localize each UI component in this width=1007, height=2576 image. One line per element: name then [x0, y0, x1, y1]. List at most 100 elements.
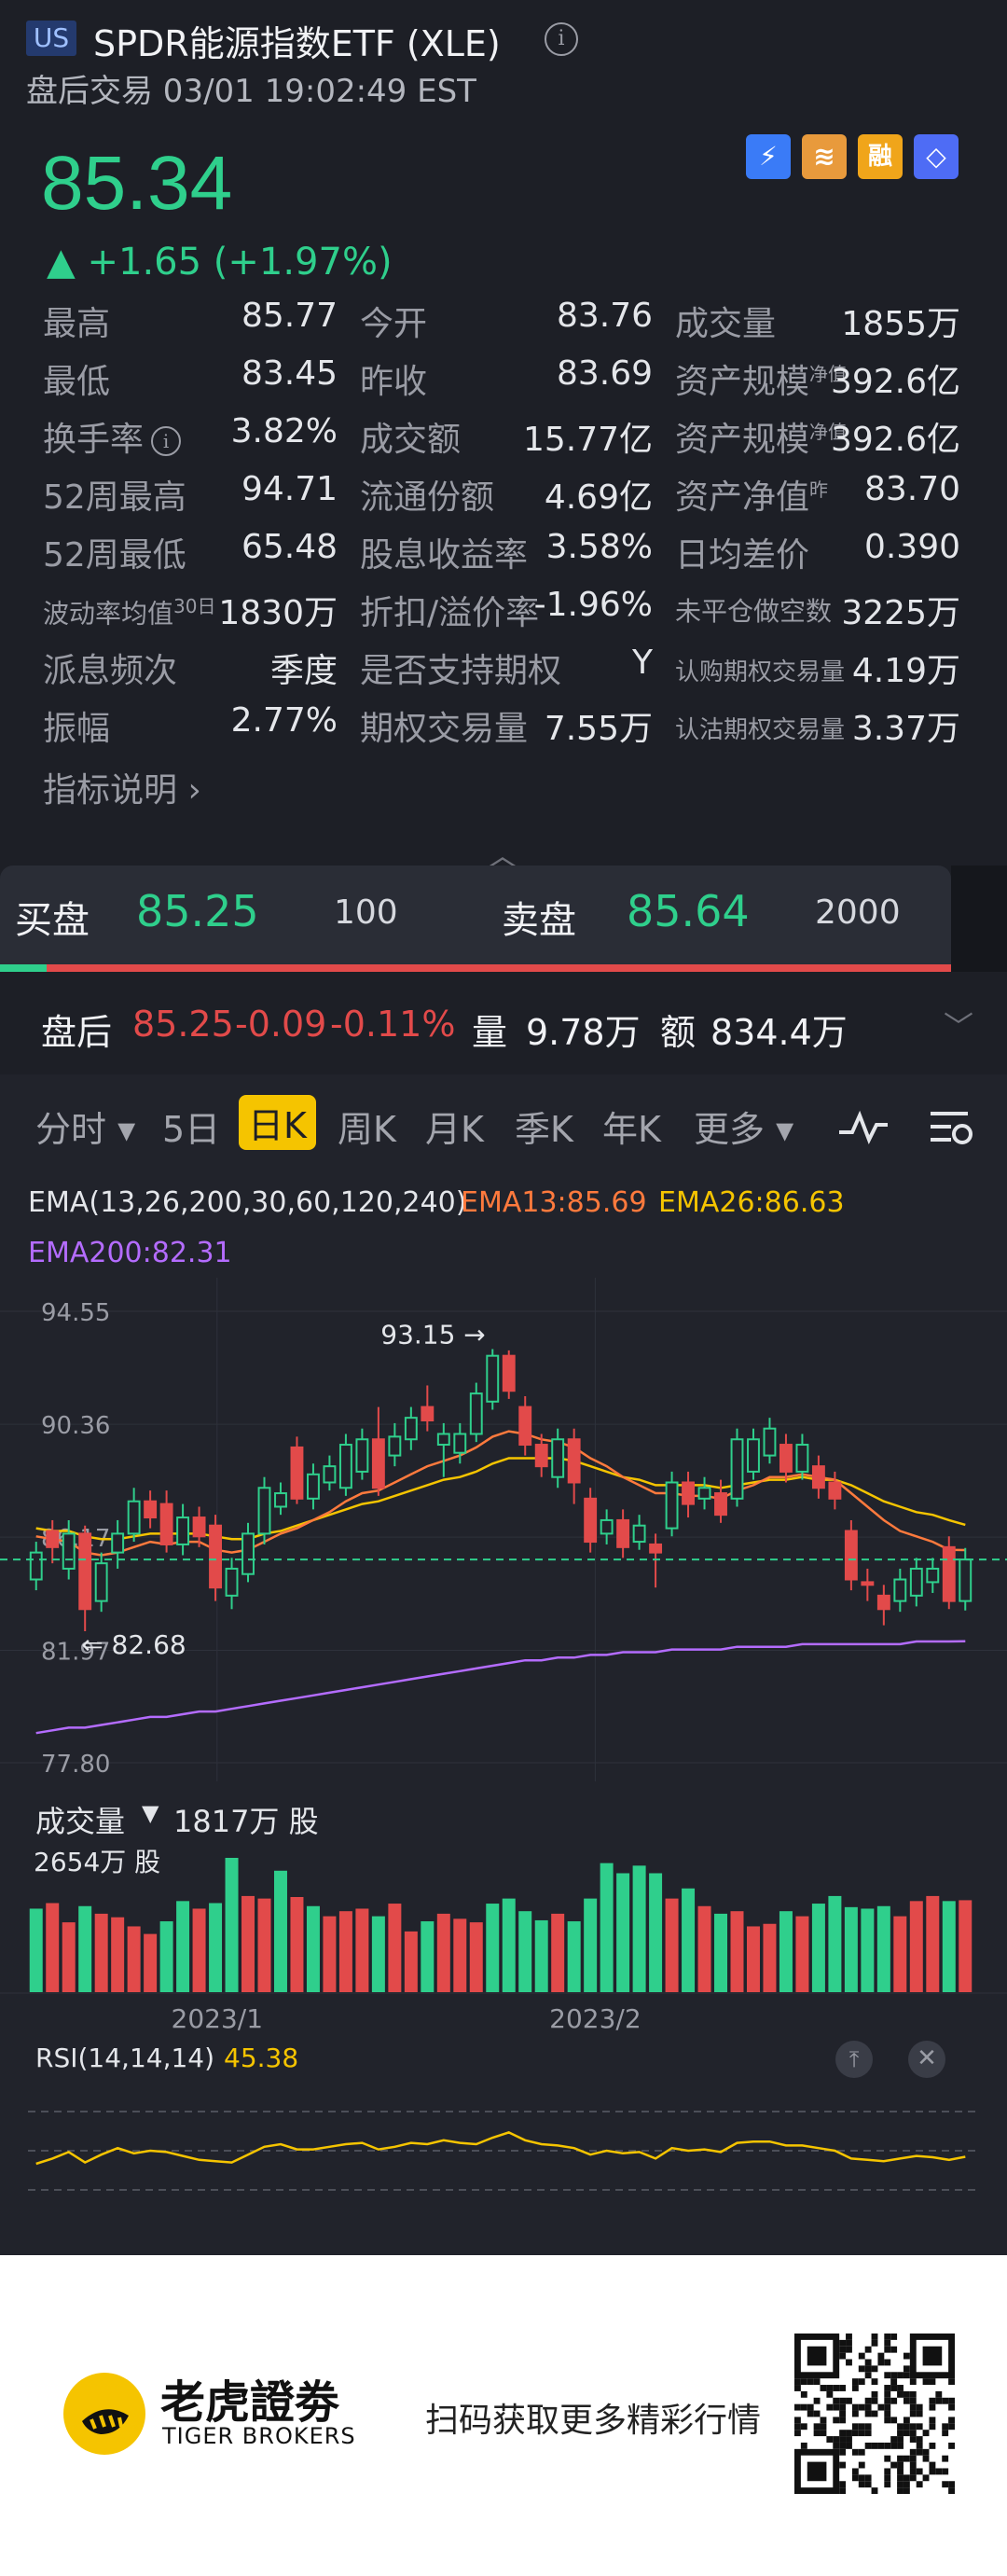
tab-weekly[interactable]: 周K	[338, 1101, 396, 1152]
tab-quarterly[interactable]: 季K	[515, 1101, 573, 1152]
rsi-chart[interactable]	[0, 2076, 1007, 2225]
volume-bar	[421, 1921, 435, 1992]
candle	[225, 1558, 239, 1610]
stat-value: 85.77	[241, 297, 338, 335]
volume-bar	[779, 1911, 793, 1992]
volume-bar	[518, 1911, 532, 1992]
stat-label: 昨收	[360, 363, 428, 401]
volume-bar	[290, 1896, 304, 1992]
ask-price: 85.64	[627, 886, 750, 936]
stat-label[interactable]: 换手率 i	[43, 412, 182, 461]
tab-monthly[interactable]: 月K	[425, 1101, 484, 1152]
volume-bar	[78, 1905, 92, 1992]
volume-bar	[176, 1901, 190, 1992]
stat-label: 认购期权交易量	[675, 658, 846, 686]
tab-intraday[interactable]: 分时 ▾	[35, 1101, 135, 1152]
volume-bar	[632, 1865, 646, 1992]
chevron-down-icon[interactable]: ﹀	[944, 1004, 973, 1046]
volume-bar	[584, 1898, 598, 1992]
tag-icon[interactable]: ◇	[914, 134, 959, 179]
volume-bar	[534, 1919, 548, 1992]
candle	[388, 1422, 402, 1467]
candle	[795, 1433, 809, 1480]
stat-value: 4.19万	[851, 652, 960, 690]
volume-bar	[600, 1863, 614, 1992]
metric-explanation-link[interactable]: 指标说明 ›	[43, 763, 201, 811]
candle	[649, 1533, 663, 1588]
volume-bar	[876, 1905, 890, 1992]
volume-bar	[959, 1900, 973, 1992]
candle	[632, 1515, 646, 1550]
tab-5day[interactable]: 5日	[162, 1101, 220, 1152]
info-icon[interactable]: i	[151, 426, 182, 456]
candle	[241, 1522, 255, 1583]
candle	[94, 1552, 108, 1613]
candle	[942, 1536, 956, 1610]
ema26-value: EMA26:86.63	[658, 1186, 845, 1219]
after-hours-row[interactable]: 盘后 85.25 -0.09 -0.11% 量 9.78万 额 834.4万 ﹀	[0, 972, 1007, 1074]
info-icon[interactable]: i	[545, 22, 578, 56]
stat-value: 4.69亿	[544, 478, 653, 517]
stat-label: 股息收益率	[360, 536, 529, 575]
candle	[828, 1471, 842, 1510]
caret-down-icon[interactable]: ▼	[142, 1800, 159, 1826]
tab-yearly[interactable]: 年K	[602, 1101, 661, 1152]
stat-value: 3.82%	[230, 412, 338, 450]
after-hours-pct: -0.11%	[330, 1004, 456, 1045]
pin-top-icon[interactable]: ⤒	[835, 2041, 873, 2078]
stat-label: 期权交易量	[360, 710, 529, 748]
stat-value: 83.45	[241, 354, 338, 393]
lightning-icon[interactable]: ⚡	[746, 134, 791, 179]
volume-title[interactable]: 成交量	[35, 1798, 125, 1841]
after-hours-amt: 834.4万	[710, 1012, 848, 1053]
candle	[144, 1490, 158, 1529]
volume-bar	[323, 1916, 337, 1992]
volume-bar	[909, 1901, 923, 1992]
volume-bar	[551, 1913, 565, 1992]
stat-value: 94.71	[241, 470, 338, 508]
candle	[893, 1568, 907, 1613]
candle	[779, 1433, 793, 1483]
y-tick-label: 90.36	[41, 1412, 110, 1440]
volume-chart[interactable]: 2654万 股 2023/1 2023/2	[0, 1843, 1007, 2048]
volume-bar	[404, 1931, 418, 1992]
close-icon[interactable]: ✕	[908, 2041, 945, 2078]
candle	[861, 1568, 875, 1601]
ema13-line	[35, 1430, 966, 1557]
brand-name-en: TIGER BROKERS	[162, 2423, 356, 2449]
stack-icon[interactable]: ≋	[802, 134, 847, 179]
volume-bar	[111, 1917, 125, 1992]
stat-label: 派息频次	[43, 652, 178, 690]
candlestick-chart[interactable]: 94.5590.3686.1781.9777.8093.15 →⇐ 82.68	[0, 1278, 1007, 1781]
volume-bar	[144, 1933, 158, 1992]
candle	[209, 1515, 222, 1601]
footer: 老虎證劵 TIGER BROKERS 扫码获取更多精彩行情	[0, 2255, 1007, 2576]
margin-badge[interactable]: 融	[858, 134, 903, 179]
volume-bar	[355, 1908, 369, 1992]
chart-settings-icon[interactable]	[927, 1104, 975, 1149]
tab-more[interactable]: 更多 ▾	[694, 1101, 793, 1152]
volume-bar	[209, 1903, 223, 1992]
stat-value: Y	[632, 644, 653, 682]
candle	[600, 1509, 614, 1544]
indicator-icon[interactable]	[835, 1106, 891, 1147]
candle	[665, 1471, 679, 1537]
candle	[29, 1542, 43, 1591]
volume-bar	[730, 1911, 744, 1992]
after-hours-vol: 9.78万	[526, 1012, 641, 1053]
header: US SPDR能源指数ETF (XLE) i 盘后交易 03/01 19:02:…	[0, 0, 1007, 131]
volume-bar	[893, 1916, 907, 1992]
stat-label: 是否支持期权	[360, 652, 562, 690]
footer-slogan: 扫码获取更多精彩行情	[425, 2402, 762, 2440]
tab-daily[interactable]: 日K	[239, 1095, 316, 1150]
candle	[404, 1406, 418, 1450]
x-tick-label: 2023/2	[549, 2003, 641, 2034]
candle	[159, 1490, 173, 1553]
after-hours-label: 盘后	[41, 1012, 113, 1053]
ema26-line	[35, 1457, 966, 1541]
stat-label: 认沽期权交易量	[675, 716, 846, 744]
candle	[584, 1488, 598, 1553]
stat-label: 波动率均值30日	[43, 595, 216, 630]
stat-label: 流通份额	[360, 478, 495, 517]
volume-bar	[338, 1911, 352, 1992]
